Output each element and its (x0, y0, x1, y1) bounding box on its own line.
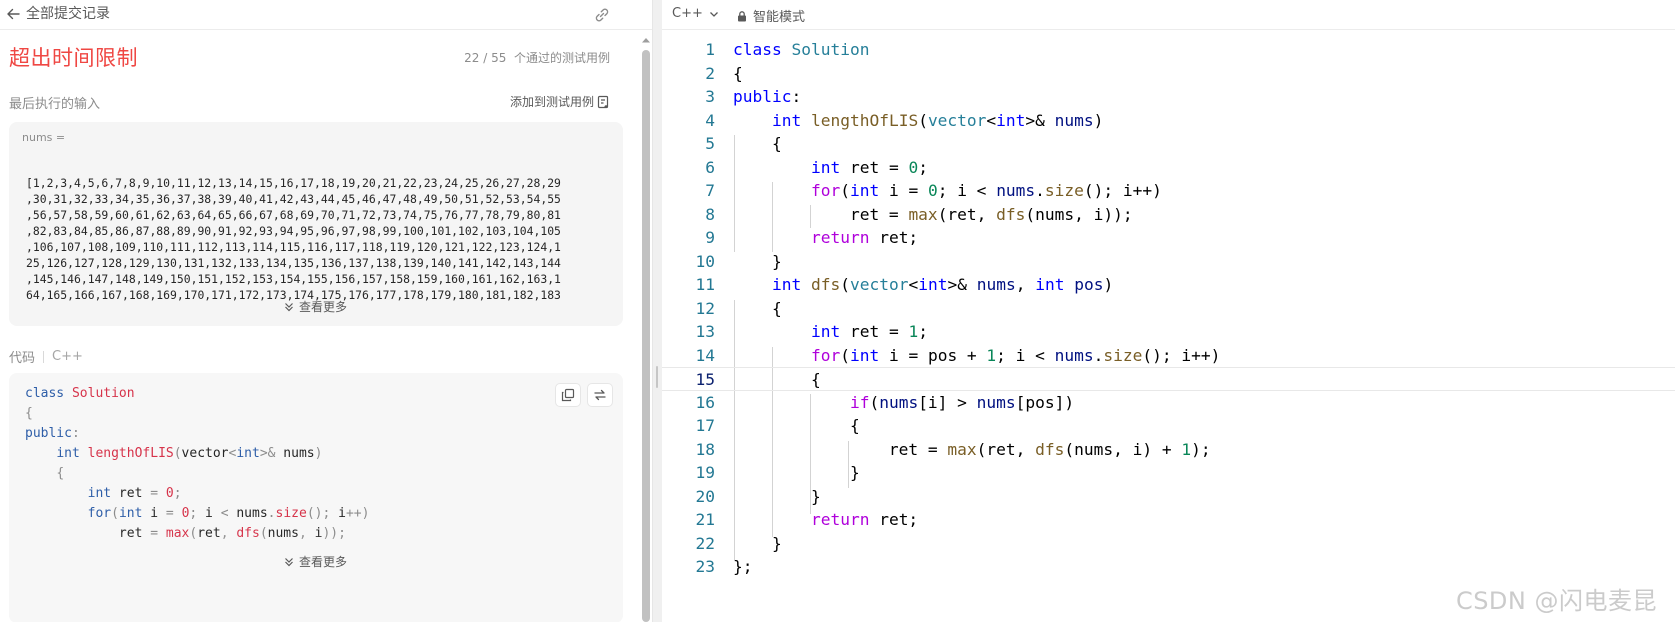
submission-detail-panel: 全部提交记录 超出时间限制 22 / 55 个通过的测试用例 最后执行的输入 添… (0, 0, 653, 622)
input-line: ,145,146,147,148,149,150,151,152,153,154… (26, 272, 561, 286)
code-fade-overlay (9, 533, 623, 622)
passed-count-label: 个通过的测试用例 (513, 51, 610, 65)
code-line: 3 public: (705, 87, 802, 106)
language-select-value: C++ (672, 6, 703, 21)
passed-test-count: 22 / 55 个通过的测试用例 (464, 50, 610, 66)
last-input-box: nums = [1,2,3,4,5,6,7,8,9,10,11,12,13,14… (9, 122, 623, 326)
code-line: 17 { (695, 416, 860, 435)
input-line: ,106,107,108,109,110,111,112,113,114,115… (26, 240, 561, 254)
load-code-button[interactable] (587, 383, 613, 407)
scrollbar-thumb[interactable] (642, 50, 650, 622)
code-line: 14 for(int i = pos + 1; i < nums.size();… (695, 345, 1221, 365)
code-meta: 代码 C++ (9, 347, 83, 366)
code-language: C++ (52, 349, 83, 364)
input-value: [1,2,3,4,5,6,7,8,9,10,11,12,13,14,15,16,… (26, 159, 616, 303)
code-line: 13 int ret = 1; (695, 322, 928, 341)
code-line: 2{ (705, 63, 743, 83)
code-line: 9 return ret; (705, 228, 919, 247)
code-line: 19 } (695, 463, 860, 482)
code-line: 6 int ret = 0; (705, 157, 928, 177)
chevron-down-icon (709, 11, 718, 17)
input-line: ,82,83,84,85,86,87,88,89,90,91,92,93,94,… (26, 224, 561, 238)
input-line: ,56,57,58,59,60,61,62,63,64,65,66,67,68,… (26, 208, 561, 222)
code-line: 21 return ret; (695, 510, 919, 529)
splitter-grip[interactable] (656, 366, 658, 388)
copy-icon (561, 388, 575, 402)
copy-code-button[interactable] (555, 383, 581, 407)
show-more-code-button[interactable]: 查看更多 (283, 553, 347, 570)
chevron-double-down-icon (285, 302, 293, 311)
left-scrollbar[interactable] (640, 36, 652, 622)
code-line: 18 ret = max(ret, dfs(nums, i) + 1); (695, 439, 1211, 459)
code-line: 1 class Solution (705, 40, 870, 59)
panel-splitter[interactable] (653, 0, 662, 622)
watermark: CSDN @闪电麦昆 (1455, 587, 1657, 615)
smart-mode-toggle[interactable]: 智能模式 (736, 6, 805, 25)
divider (43, 350, 45, 363)
code-line: 10 } (695, 251, 782, 271)
code-label: 代码 (9, 351, 36, 366)
show-more-label: 查看更多 (299, 555, 348, 569)
show-more-input-button[interactable]: 查看更多 (283, 298, 347, 315)
code-line: 22 } (695, 533, 782, 553)
code-line-current: 15 { (662, 367, 1675, 391)
result-status: 超出时间限制 (9, 46, 138, 70)
code-line: 12 { (695, 298, 782, 318)
submitted-code: class Solution { public: int lengthOfLIS… (25, 386, 370, 541)
chevron-double-down-icon (285, 557, 293, 566)
add-case-icon (597, 95, 609, 108)
submission-header: 全部提交记录 (0, 0, 652, 30)
code-editor-panel: C++ 智能模式 1 class Solution 2{ 3 public: 4 i… (662, 0, 1675, 622)
passed-count-value: 22 / 55 (464, 51, 507, 65)
input-variable-name: nums = (22, 131, 66, 144)
code-line: 7 for(int i = 0; i < nums.size(); i++) (705, 181, 1162, 200)
link-icon[interactable] (593, 6, 611, 24)
lock-icon (738, 10, 746, 21)
input-line: ,30,31,32,33,34,35,36,37,38,39,40,41,42,… (26, 192, 561, 206)
show-more-label: 查看更多 (299, 300, 348, 314)
all-submissions-link[interactable]: 全部提交记录 (26, 5, 110, 23)
add-to-testcase-button[interactable]: 添加到测试用例 (510, 93, 610, 110)
input-line: [1,2,3,4,5,6,7,8,9,10,11,12,13,14,15,16,… (26, 176, 561, 190)
editor-toolbar: C++ 智能模式 (662, 0, 1675, 30)
code-editor[interactable]: 1 class Solution 2{ 3 public: 4 int length… (662, 38, 1675, 622)
swap-icon (594, 389, 606, 401)
last-input-label: 最后执行的输入 (9, 97, 101, 112)
submitted-code-box: class Solution { public: int lengthOfLIS… (9, 373, 623, 622)
add-to-testcase-label: 添加到测试用例 (509, 95, 594, 109)
code-line: 4 int lengthOfLIS(vector<int>& nums) (705, 110, 1104, 130)
code-line: 16 if(nums[i] > nums[pos]) (695, 392, 1075, 412)
back-arrow-icon[interactable] (6, 7, 20, 21)
smart-mode-label: 智能模式 (753, 10, 806, 25)
code-line: 8 ret = max(ret, dfs(nums, i)); (705, 204, 1133, 224)
input-line: 25,126,127,128,129,130,131,132,133,134,1… (26, 256, 561, 270)
code-line: 20 } (695, 486, 821, 506)
code-line: 23}; (695, 557, 753, 576)
code-line: 11 int dfs(vector<int>& nums, int pos) (695, 275, 1114, 294)
scroll-up-arrow-icon[interactable] (642, 36, 650, 44)
code-line: 5 { (705, 134, 782, 153)
language-select[interactable]: C++ (672, 6, 720, 21)
